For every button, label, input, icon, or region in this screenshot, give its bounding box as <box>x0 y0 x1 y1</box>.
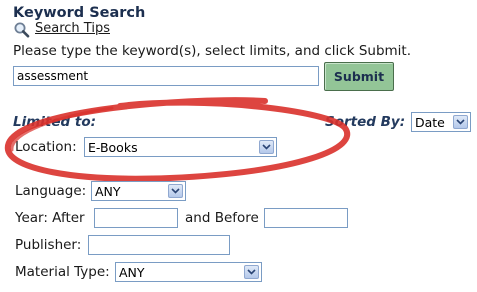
material-type-label: Material Type: <box>15 264 110 280</box>
year-after-input[interactable] <box>94 208 178 228</box>
chevron-down-icon[interactable] <box>168 184 183 198</box>
material-type-select[interactable]: ANY <box>115 262 262 282</box>
sorted-by-value: Date <box>415 114 445 130</box>
chevron-down-icon[interactable] <box>259 140 274 154</box>
year-after-label: Year: After <box>15 210 85 226</box>
instructions-text: Please type the keyword(s), select limit… <box>13 43 411 59</box>
publisher-input[interactable] <box>88 235 230 255</box>
location-select[interactable]: E-Books <box>84 137 277 157</box>
location-label: Location: <box>15 139 77 155</box>
search-tips-link[interactable]: Search Tips <box>35 21 110 36</box>
page-title: Keyword Search <box>13 5 146 21</box>
location-value: E-Books <box>88 139 138 155</box>
year-before-input[interactable] <box>264 208 348 228</box>
publisher-label: Publisher: <box>15 237 82 253</box>
material-type-value: ANY <box>119 264 145 280</box>
sorted-by-select[interactable]: Date <box>411 112 471 132</box>
limited-to-label: Limited to: <box>13 114 97 130</box>
chevron-down-icon[interactable] <box>453 115 468 129</box>
language-select[interactable]: ANY <box>91 181 186 201</box>
and-before-label: and Before <box>185 210 259 226</box>
magnifier-icon[interactable] <box>13 22 31 38</box>
submit-button[interactable]: Submit <box>324 62 394 91</box>
language-value: ANY <box>95 183 121 199</box>
sorted-by-label: Sorted By: <box>325 114 406 130</box>
language-label: Language: <box>15 183 87 199</box>
chevron-down-icon[interactable] <box>244 265 259 279</box>
keyword-input[interactable]: assessment <box>13 66 319 86</box>
